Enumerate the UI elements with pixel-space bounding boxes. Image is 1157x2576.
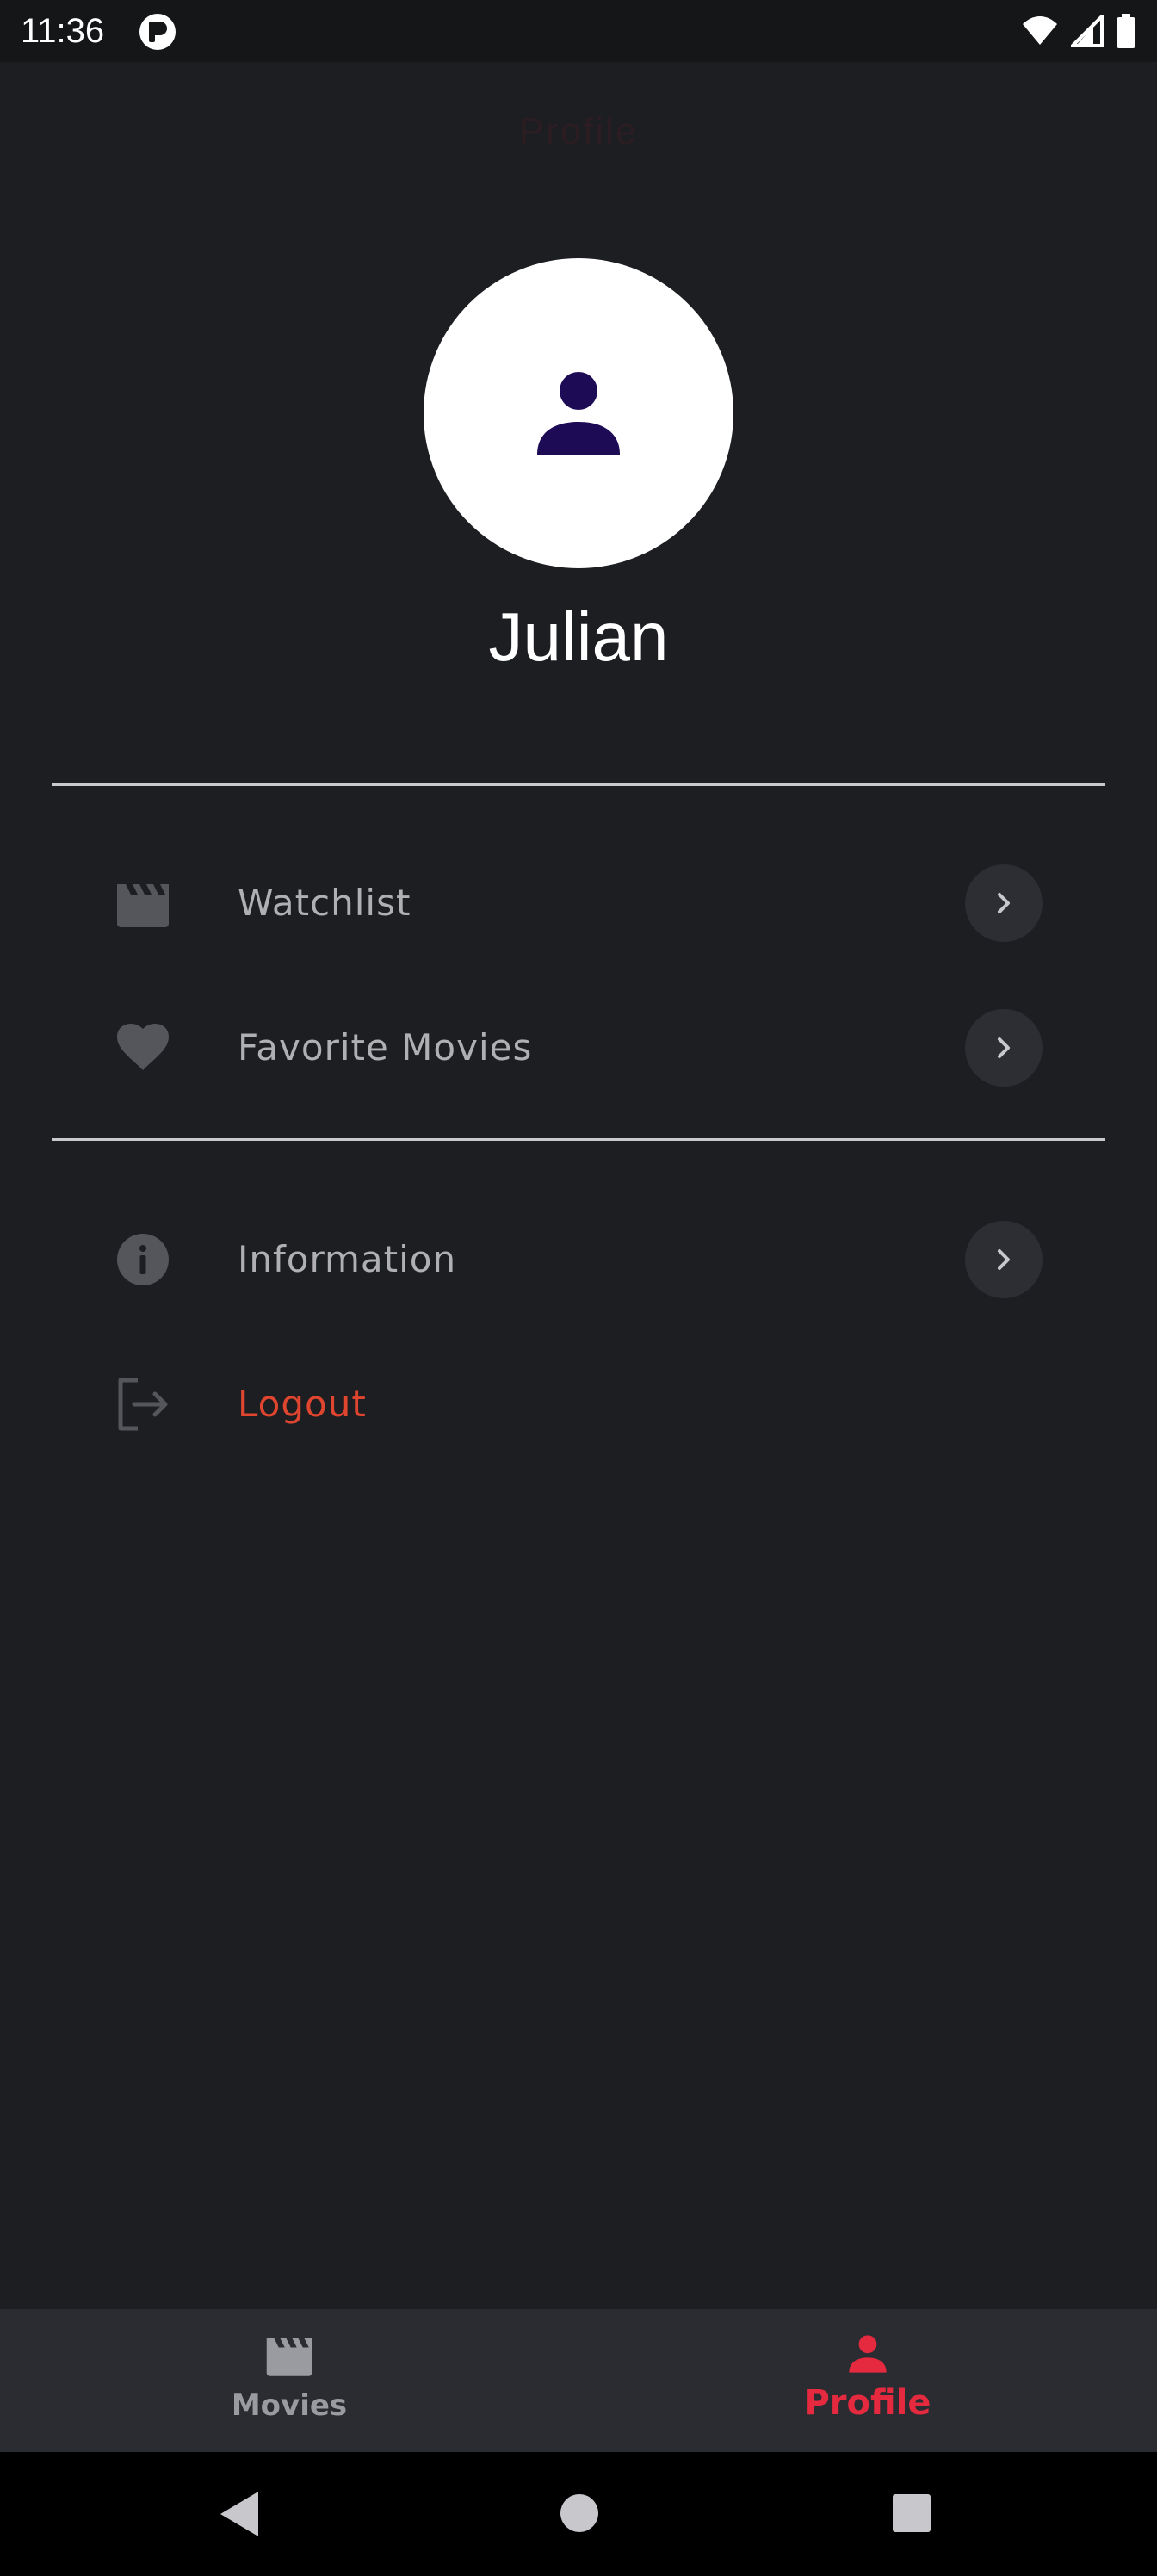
signal-icon [1071, 15, 1104, 47]
chevron-right-icon [998, 1037, 1010, 1058]
chevron-right-icon [998, 893, 1010, 913]
person-icon [849, 2335, 887, 2373]
bottom-navigation: Movies Profile [0, 2309, 1157, 2452]
divider [52, 783, 1105, 786]
page-title: Profile [518, 110, 639, 152]
status-time: 11:36 [21, 12, 105, 50]
menu-item-logout[interactable]: Logout [0, 1340, 1157, 1469]
avatar[interactable] [424, 258, 733, 568]
menu-label-information: Information [238, 1238, 457, 1280]
information-chevron-button[interactable] [965, 1221, 1043, 1298]
menu-label-logout: Logout [238, 1383, 367, 1425]
clapperboard-icon [266, 2338, 312, 2376]
status-icons [1021, 12, 1136, 50]
battery-icon [1117, 14, 1135, 48]
logout-icon [118, 1378, 168, 1431]
menu-item-watchlist[interactable]: Watchlist [0, 839, 1157, 968]
menu-item-favorite-movies[interactable]: Favorite Movies [0, 983, 1157, 1112]
status-bar: 11:36 [0, 0, 1157, 62]
divider [52, 1138, 1105, 1141]
profile-screen: 11:36 Profile Julian Watchlist Favorite … [0, 0, 1157, 2576]
chevron-right-icon [998, 1249, 1010, 1270]
recents-square-icon[interactable] [892, 2493, 931, 2533]
back-triangle-icon[interactable] [219, 2490, 260, 2538]
system-navigation-bar [0, 2452, 1157, 2576]
menu-label-watchlist: Watchlist [238, 882, 411, 924]
profile-name: Julian [488, 598, 669, 675]
favorite-movies-chevron-button[interactable] [965, 1009, 1043, 1087]
person-icon [537, 372, 620, 455]
nav-tab-movies[interactable]: Movies [0, 2309, 578, 2452]
menu-item-information[interactable]: Information [0, 1195, 1157, 1324]
nav-label-movies: Movies [231, 2388, 348, 2423]
info-icon [117, 1234, 169, 1285]
app-notification-icon [139, 14, 176, 50]
menu-label-favorite-movies: Favorite Movies [238, 1026, 533, 1068]
watchlist-chevron-button[interactable] [965, 864, 1043, 942]
nav-label-profile: Profile [804, 2383, 931, 2423]
home-circle-icon[interactable] [560, 2493, 599, 2533]
heart-icon [117, 1024, 169, 1070]
nav-tab-profile[interactable]: Profile [578, 2309, 1157, 2452]
wifi-icon [1023, 16, 1057, 45]
clapperboard-icon [117, 884, 169, 927]
